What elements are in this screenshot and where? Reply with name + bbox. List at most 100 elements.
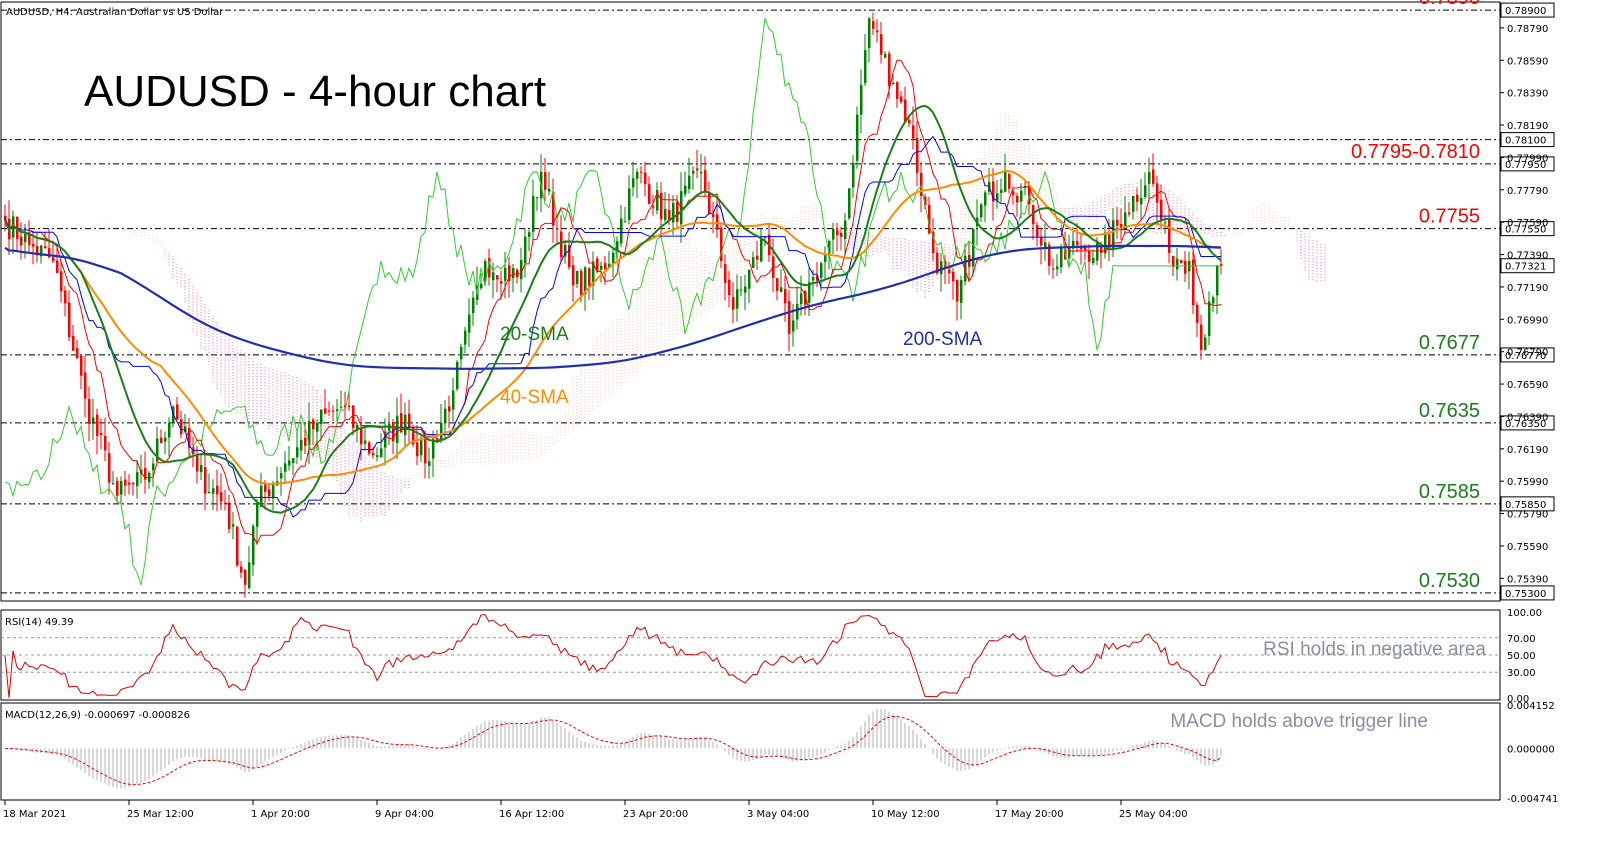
candle-body [264,484,267,492]
y-tick-label: 0.76790 [1507,348,1548,359]
candle-body [528,232,531,237]
rsi-tick-label: 70.00 [1507,634,1536,645]
candle-body [244,569,247,585]
rsi-tick-label: 100.00 [1507,608,1542,619]
candle-body [724,264,727,283]
candle-body [740,289,743,291]
candle-body [532,195,535,232]
candle-body [704,170,707,192]
candle-body [336,409,339,412]
candle-body [1052,268,1055,270]
candle-body [504,267,507,281]
candle-body [1196,304,1199,323]
candle-body [832,228,835,240]
candle-body [884,54,887,58]
candle-body [44,246,47,249]
rsi-tick-label: 50.00 [1507,651,1536,662]
candle-body [1144,185,1147,197]
candle-body [516,269,519,278]
candle-body [304,437,307,446]
level-label: 0.7755 [1419,206,1480,228]
candle-body [524,236,527,264]
current-price-text: 0.77321 [1505,262,1546,273]
level-label: 0.7890 [1419,0,1480,9]
candle-body [544,172,547,190]
y-tick-label: 0.78790 [1507,24,1548,35]
candle-body [648,184,651,204]
candle-body [1004,171,1007,192]
candle-body [1000,189,1003,193]
candle-body [756,255,759,260]
x-tick-label: 10 May 12:00 [871,809,940,820]
candle-body [684,185,687,195]
level-tag-text: 0.75300 [1505,589,1546,600]
candle-body [320,409,323,425]
candle-body [1088,251,1091,262]
candle-body [744,286,747,293]
candle-body [208,491,211,494]
candle-body [848,188,851,219]
candle-body [696,168,699,171]
candle-body [464,330,467,345]
price-chart: 0.78900.789000.781000.7795-0.78100.77950… [0,0,1558,820]
y-tick-label: 0.77790 [1507,186,1548,197]
candle-body [68,302,71,338]
candle-body [872,21,875,29]
candle-body [292,458,295,464]
candle-body [1192,259,1195,306]
y-tick-label: 0.78190 [1507,121,1548,132]
candle-body [1116,219,1119,226]
y-tick-label: 0.77390 [1507,251,1548,262]
candle-body [492,272,495,281]
candle-body [972,229,975,267]
candle-body [300,439,303,451]
macd-tick-label: 0.004152 [1507,701,1555,712]
candle-body [908,119,911,124]
candle-body [612,252,615,264]
candle-body [232,524,235,527]
candle-body [1056,266,1059,270]
candle-body [904,99,907,122]
candle-body [888,53,891,86]
candle-body [548,188,551,192]
chart-title: AUDUSD - 4-hour chart [84,67,546,116]
candle-body [380,448,383,457]
candle-body [104,435,107,451]
x-tick-label: 17 May 20:00 [995,809,1064,820]
candle-body [620,218,623,244]
candle-body [272,483,275,499]
candle-body [824,254,827,262]
candle-body [560,231,563,258]
y-tick-label: 0.76990 [1507,315,1548,326]
y-tick-label: 0.76590 [1507,380,1548,391]
candle-body [132,482,135,485]
candle-body [1184,260,1187,274]
candle-body [216,485,219,495]
candle-body [712,214,715,217]
candle-body [76,348,79,359]
candle-body [1176,258,1179,270]
y-tick-label: 0.77590 [1507,218,1548,229]
candle-body [52,257,55,262]
candle-body [1208,301,1211,336]
candle-body [108,453,111,483]
candle-body [1076,241,1079,245]
candle-body [136,472,139,487]
y-tick-label: 0.75390 [1507,574,1548,585]
candle-body [576,270,579,284]
candle-body [376,455,379,457]
candle-body [456,362,459,390]
candle-body [340,406,343,408]
sma20-label: 20-SMA [500,324,569,345]
candle-body [1204,337,1207,350]
sma200-label: 200-SMA [903,329,983,350]
macd-tick-label: 0.000000 [1507,744,1555,755]
candle-body [984,192,987,206]
candle-body [864,50,867,84]
candle-body [852,162,855,188]
candle-body [120,481,123,495]
candle-body [372,453,375,456]
candle-body [856,114,859,161]
candle-body [220,492,223,502]
candle-body [60,271,63,292]
